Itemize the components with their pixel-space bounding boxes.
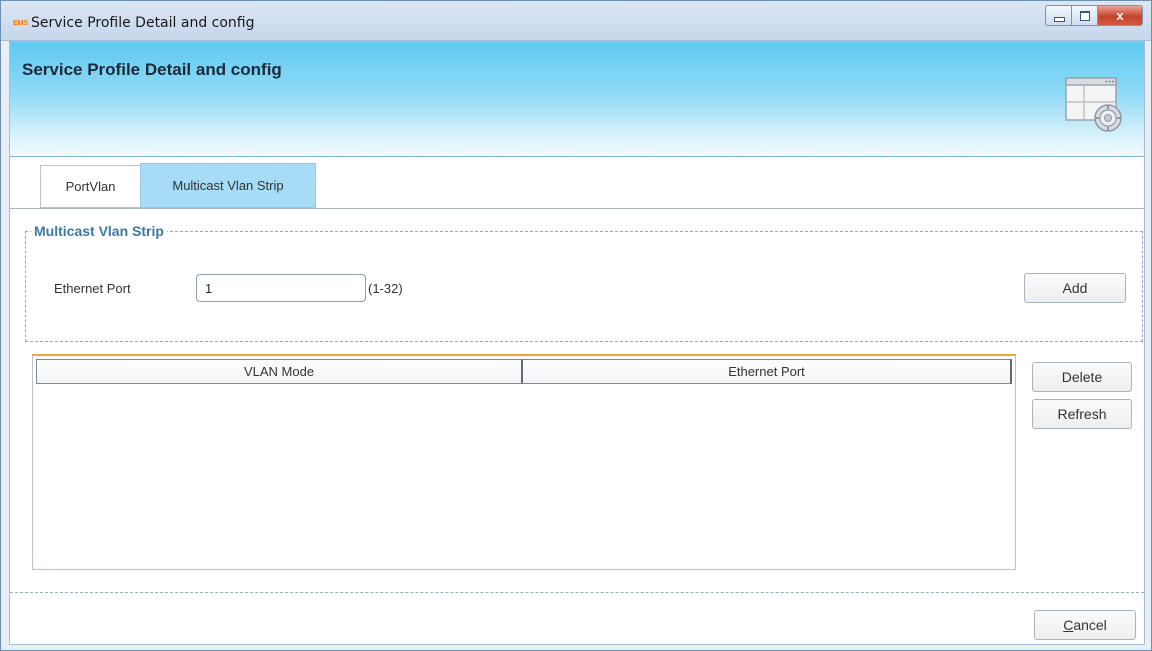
close-button[interactable]: x	[1097, 5, 1143, 26]
vlan-strip-table: VLAN Mode Ethernet Port	[32, 354, 1016, 570]
app-icon: EMS	[13, 20, 29, 27]
table-body[interactable]	[36, 384, 1012, 568]
cancel-mnemonic: C	[1063, 617, 1074, 633]
refresh-button[interactable]: Refresh	[1032, 399, 1132, 429]
add-button[interactable]: Add	[1024, 273, 1126, 303]
minimize-button[interactable]	[1045, 5, 1071, 26]
tab-portvlan[interactable]: PortVlan	[40, 165, 140, 208]
column-header-vlan-mode[interactable]: VLAN Mode	[36, 359, 523, 384]
header-banner: Service Profile Detail and config	[10, 42, 1144, 157]
tab-bar: PortVlan Multicast Vlan Strip	[40, 163, 316, 208]
cancel-button[interactable]: Cancel	[1034, 610, 1136, 640]
settings-window-icon	[1065, 77, 1122, 132]
ethernet-port-input[interactable]	[196, 274, 366, 302]
group-legend: Multicast Vlan Strip	[31, 223, 167, 239]
ethernet-port-range-hint: (1-32)	[368, 281, 403, 296]
window-title: Service Profile Detail and config	[31, 15, 255, 31]
maximize-button[interactable]	[1071, 5, 1097, 26]
cancel-label: ancel	[1073, 617, 1107, 633]
window-controls: x	[1045, 5, 1143, 27]
dialog-content: Service Profile Detail and config PortVl…	[9, 41, 1145, 645]
application-window: EMS Service Profile Detail and config x …	[0, 0, 1152, 651]
tab-multicast-vlan-strip[interactable]: Multicast Vlan Strip	[140, 163, 316, 208]
tab-divider	[10, 208, 1144, 209]
ethernet-port-label: Ethernet Port	[54, 281, 131, 296]
column-header-ethernet-port[interactable]: Ethernet Port	[523, 359, 1012, 384]
delete-button[interactable]: Delete	[1032, 362, 1132, 392]
multicast-vlan-strip-group: Multicast Vlan Strip Ethernet Port (1-32…	[25, 223, 1143, 342]
title-bar[interactable]: EMS Service Profile Detail and config x	[1, 1, 1151, 41]
footer-divider	[10, 592, 1144, 593]
page-title: Service Profile Detail and config	[22, 60, 282, 79]
table-header: VLAN Mode Ethernet Port	[36, 359, 1012, 384]
